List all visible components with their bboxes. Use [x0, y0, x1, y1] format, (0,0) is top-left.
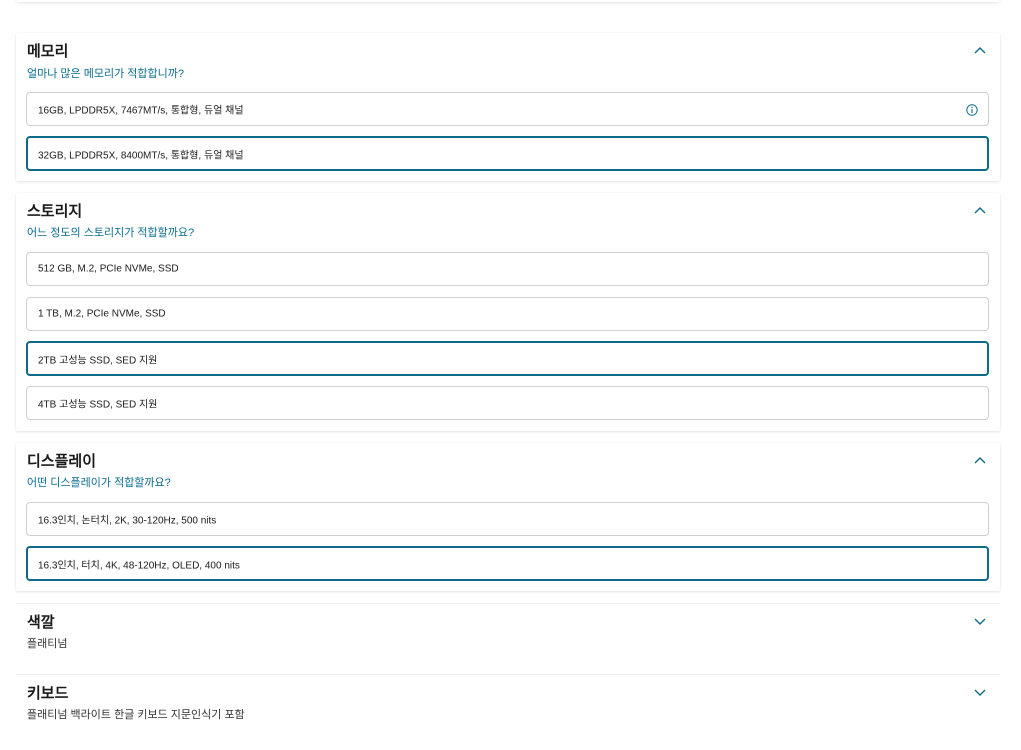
color-title: 색깔 [27, 614, 55, 631]
memory-option-32gb[interactable]: 32GB, LPDDR5X, 8400MT/s, 통합형, 듀얼 채널 [26, 136, 989, 171]
option-label: 32GB, LPDDR5X, 8400MT/s, 통합형, 듀얼 채널 [38, 150, 244, 161]
chevron-up-icon[interactable] [972, 43, 988, 59]
option-label: 2TB 고성능 SSD, SED 지원 [38, 355, 158, 366]
info-icon[interactable] [966, 103, 978, 116]
option-label: 16.3인치, 논터치, 2K, 30-120Hz, 500 nits [38, 515, 217, 527]
display-question: 어떤 디스플레이가 적합할까요? [27, 477, 171, 489]
display-title: 디스플레이 [27, 453, 97, 470]
color-section[interactable]: 색깔 플래티넘 [16, 603, 1000, 663]
option-label: 512 GB, M.2, PCIe NVMe, SSD [38, 263, 179, 275]
keyboard-selected-value: 플래티넘 백라이트 한글 키보드 지문인식기 포함 [27, 709, 245, 721]
keyboard-section[interactable]: 키보드 플래티넘 백라이트 한글 키보드 지문인식기 포함 [16, 674, 1000, 740]
chevron-down-icon[interactable] [972, 613, 988, 629]
display-option-2k[interactable]: 16.3인치, 논터치, 2K, 30-120Hz, 500 nits [26, 502, 989, 536]
memory-question: 얼마나 많은 메모리가 적합합니까? [27, 68, 184, 80]
memory-title: 메모리 [27, 43, 69, 60]
option-label: 16GB, LPDDR5X, 7467MT/s, 통합형, 듀얼 채널 [38, 105, 244, 117]
storage-question: 어느 정도의 스토리지가 적합할까요? [27, 227, 195, 239]
memory-option-16gb[interactable]: 16GB, LPDDR5X, 7467MT/s, 통합형, 듀얼 채널 [26, 92, 989, 126]
option-label: 16.3인치, 터치, 4K, 48-120Hz, OLED, 400 nits [38, 560, 240, 571]
storage-option-2tb[interactable]: 2TB 고성능 SSD, SED 지원 [26, 341, 989, 376]
storage-option-4tb[interactable]: 4TB 고성능 SSD, SED 지원 [26, 386, 989, 420]
memory-section: 메모리 얼마나 많은 메모리가 적합합니까? 16GB, LPDDR5X, 74… [16, 33, 1000, 181]
color-selected-value: 플래티넘 [27, 638, 68, 650]
chevron-up-icon[interactable] [972, 203, 988, 219]
chevron-down-icon[interactable] [972, 684, 988, 700]
chevron-up-icon[interactable] [972, 453, 988, 469]
previous-section-card [16, 0, 1000, 2]
option-label: 4TB 고성능 SSD, SED 지원 [38, 399, 158, 411]
storage-title: 스토리지 [27, 203, 83, 220]
display-section: 디스플레이 어떤 디스플레이가 적합할까요? 16.3인치, 논터치, 2K, … [16, 443, 1000, 591]
option-label: 1 TB, M.2, PCIe NVMe, SSD [38, 308, 166, 320]
storage-section: 스토리지 어느 정도의 스토리지가 적합할까요? 512 GB, M.2, PC… [16, 193, 1000, 431]
storage-option-1tb[interactable]: 1 TB, M.2, PCIe NVMe, SSD [26, 297, 989, 331]
display-option-4k-oled[interactable]: 16.3인치, 터치, 4K, 48-120Hz, OLED, 400 nits [26, 546, 989, 581]
keyboard-title: 키보드 [27, 685, 69, 702]
storage-option-512gb[interactable]: 512 GB, M.2, PCIe NVMe, SSD [26, 252, 989, 286]
